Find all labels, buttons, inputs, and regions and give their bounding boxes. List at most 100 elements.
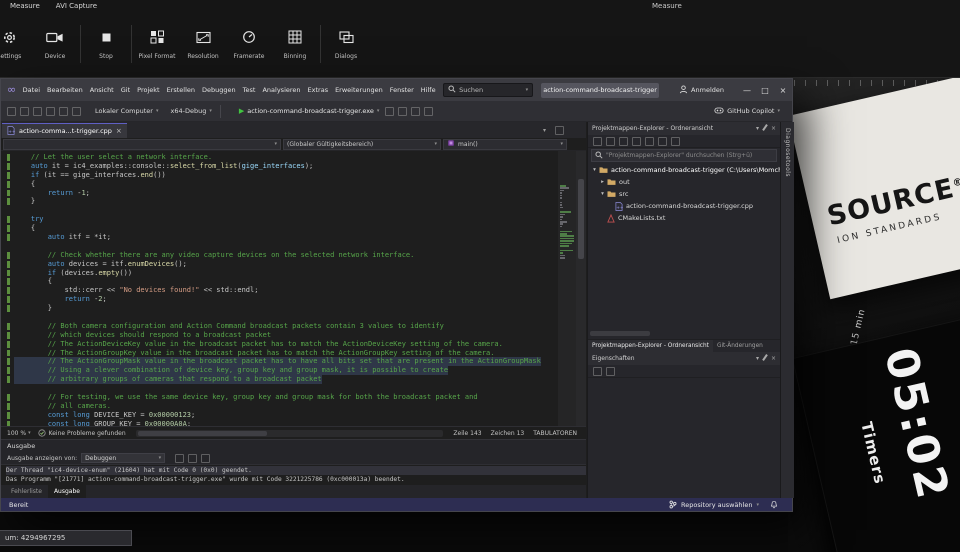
refresh-icon[interactable] <box>645 137 654 146</box>
pin-icon[interactable] <box>764 124 766 133</box>
code-line[interactable]: auto it = ic4_examples::console::select_… <box>1 162 558 171</box>
capture-tool-framerate[interactable]: Framerate <box>226 22 272 60</box>
code-line[interactable]: // The ActionDeviceKey value in the broa… <box>1 340 558 349</box>
indent-mode[interactable]: TABULATOREN <box>533 430 577 437</box>
open-file-icon[interactable] <box>20 107 29 116</box>
horizontal-scrollbar[interactable] <box>136 430 444 437</box>
vertical-scrollbar[interactable] <box>576 151 586 426</box>
home-icon[interactable] <box>606 137 615 146</box>
menu-debuggen[interactable]: Debuggen <box>199 79 240 101</box>
tree-item-src[interactable]: ▾src <box>588 188 780 200</box>
tabstrip-extra-icon[interactable] <box>555 126 564 135</box>
health-status[interactable]: Keine Probleme gefunden <box>49 430 126 437</box>
vs-search-box[interactable]: Suchen ▾ <box>443 83 533 97</box>
code-line[interactable] <box>1 242 558 251</box>
tree-item-out[interactable]: ▸out <box>588 176 780 188</box>
code-line[interactable]: // Let the user select a network interfa… <box>1 153 558 162</box>
menu-hilfe[interactable]: Hilfe <box>417 79 439 101</box>
code-line[interactable]: { <box>1 180 558 189</box>
code-line[interactable]: // Using a clever combination of device … <box>1 366 558 375</box>
cursor-column[interactable]: Zeichen 13 <box>491 430 525 437</box>
redo-icon[interactable] <box>72 107 81 116</box>
code-line[interactable]: std::cerr << "No devices found!" << std:… <box>1 286 558 295</box>
code-line[interactable]: return -1; <box>1 189 558 198</box>
new-file-icon[interactable] <box>7 107 16 116</box>
sync-icon[interactable] <box>632 137 641 146</box>
code-line[interactable]: } <box>1 197 558 206</box>
minimap[interactable] <box>558 151 576 426</box>
code-line[interactable]: auto devices = itf.enumDevices(); <box>1 260 558 269</box>
code-line[interactable] <box>1 384 558 393</box>
target-selector[interactable]: Lokaler Computer▾ <box>95 107 159 115</box>
code-line[interactable]: return -2; <box>1 295 558 304</box>
sign-in-button[interactable]: Anmelden <box>679 85 724 96</box>
select-repository-button[interactable]: Repository auswählen <box>681 501 752 509</box>
find-icon[interactable] <box>175 454 184 463</box>
pin-icon[interactable] <box>764 354 766 363</box>
code-line[interactable] <box>1 206 558 215</box>
capture-menu-measure[interactable]: Measure <box>10 2 40 14</box>
toolbar-extra-icon[interactable] <box>411 107 420 116</box>
switch-view-icon[interactable] <box>619 137 628 146</box>
tree-item-action-command-broadcast-trigger-cpp[interactable]: ++action-command-broadcast-trigger.cpp <box>588 200 780 212</box>
properties-header[interactable]: Eigenschaften ▾× <box>588 352 780 365</box>
toolbar-extra-icon[interactable] <box>385 107 394 116</box>
code-line[interactable]: // Check whether there are any video cap… <box>1 251 558 260</box>
capture-tool-dialogs[interactable]: Dialogs <box>323 22 369 60</box>
save-all-icon[interactable] <box>46 107 55 116</box>
code-line[interactable]: // The ActionGroupKey value in the broad… <box>1 349 558 358</box>
menu-datei[interactable]: Datei <box>19 79 43 101</box>
output-source-dropdown[interactable]: Debuggen▾ <box>81 453 165 463</box>
cursor-line[interactable]: Zeile 143 <box>453 430 481 437</box>
code-editor[interactable]: // Let the user select a network interfa… <box>1 151 586 426</box>
menu-erstellen[interactable]: Erstellen <box>163 79 198 101</box>
maximize-button[interactable]: □ <box>756 79 774 101</box>
menu-analysieren[interactable]: Analysieren <box>259 79 304 101</box>
alphabetical-icon[interactable] <box>606 367 615 376</box>
explorer-tab-git-nderungen[interactable]: Git-Änderungen <box>713 340 767 352</box>
code-line[interactable]: // arbitrary groups of cameras that resp… <box>1 375 558 384</box>
code-line[interactable]: // Both camera configuration and Action … <box>1 322 558 331</box>
close-button[interactable]: × <box>774 79 792 101</box>
chevron-down-icon[interactable]: ▾ <box>756 355 759 362</box>
word-wrap-icon[interactable] <box>201 454 210 463</box>
active-document-title[interactable]: action-command-broadcast-trigger <box>541 83 659 98</box>
tab-diagnosetools[interactable]: Diagnosetools <box>784 128 791 177</box>
show-all-files-icon[interactable] <box>671 137 680 146</box>
menu-ansicht[interactable]: Ansicht <box>86 79 117 101</box>
menu-extras[interactable]: Extras <box>304 79 332 101</box>
menu-git[interactable]: Git <box>117 79 133 101</box>
code-line[interactable]: if (devices.empty()) <box>1 269 558 278</box>
bell-icon[interactable] <box>770 500 778 509</box>
code-line[interactable]: { <box>1 277 558 286</box>
output-lines[interactable]: Der Thread "ic4-device-enum" (21604) hat… <box>1 465 586 484</box>
capture-tool-pixel-format[interactable]: Pixel Format <box>134 22 180 60</box>
code-line[interactable]: // The ActionGroupMask value in the broa… <box>1 357 558 366</box>
bottom-tab-ausgabe[interactable]: Ausgabe <box>48 485 86 498</box>
categorized-icon[interactable] <box>593 367 602 376</box>
capture-tool-resolution[interactable]: Resolution <box>180 22 226 60</box>
close-icon[interactable]: × <box>771 125 776 132</box>
back-icon[interactable] <box>593 137 602 146</box>
code-line[interactable] <box>1 313 558 322</box>
collapse-all-icon[interactable] <box>658 137 667 146</box>
capture-tool-device[interactable]: Device <box>32 22 78 60</box>
code-line[interactable]: auto itf = *it; <box>1 233 558 242</box>
menu-erweiterungen[interactable]: Erweiterungen <box>332 79 387 101</box>
capture-tool-settings[interactable]: Settings <box>0 22 32 60</box>
configuration-selector[interactable]: x64-Debug▾ <box>171 107 212 115</box>
explorer-scrollbar[interactable] <box>588 329 780 337</box>
minimize-button[interactable]: — <box>738 79 756 101</box>
menu-projekt[interactable]: Projekt <box>134 79 163 101</box>
scrollbar-thumb[interactable] <box>138 431 267 436</box>
code-line[interactable]: if (it == gige_interfaces.end()) <box>1 171 558 180</box>
explorer-search-box[interactable]: "Projektmappen-Explorer" durchsuchen (St… <box>591 149 777 162</box>
zoom-level[interactable]: 100 % <box>7 430 26 437</box>
code-line[interactable]: { <box>1 224 558 233</box>
scrollbar-thumb[interactable] <box>578 179 584 259</box>
clear-all-icon[interactable] <box>188 454 197 463</box>
code-line[interactable]: // all cameras. <box>1 402 558 411</box>
navbar-scope-dropdown[interactable]: (Globaler Gültigkeitsbereich)▾ <box>283 139 441 150</box>
capture-tool-stop[interactable]: Stop <box>83 22 129 60</box>
chevron-down-icon[interactable]: ▾ <box>543 127 546 134</box>
